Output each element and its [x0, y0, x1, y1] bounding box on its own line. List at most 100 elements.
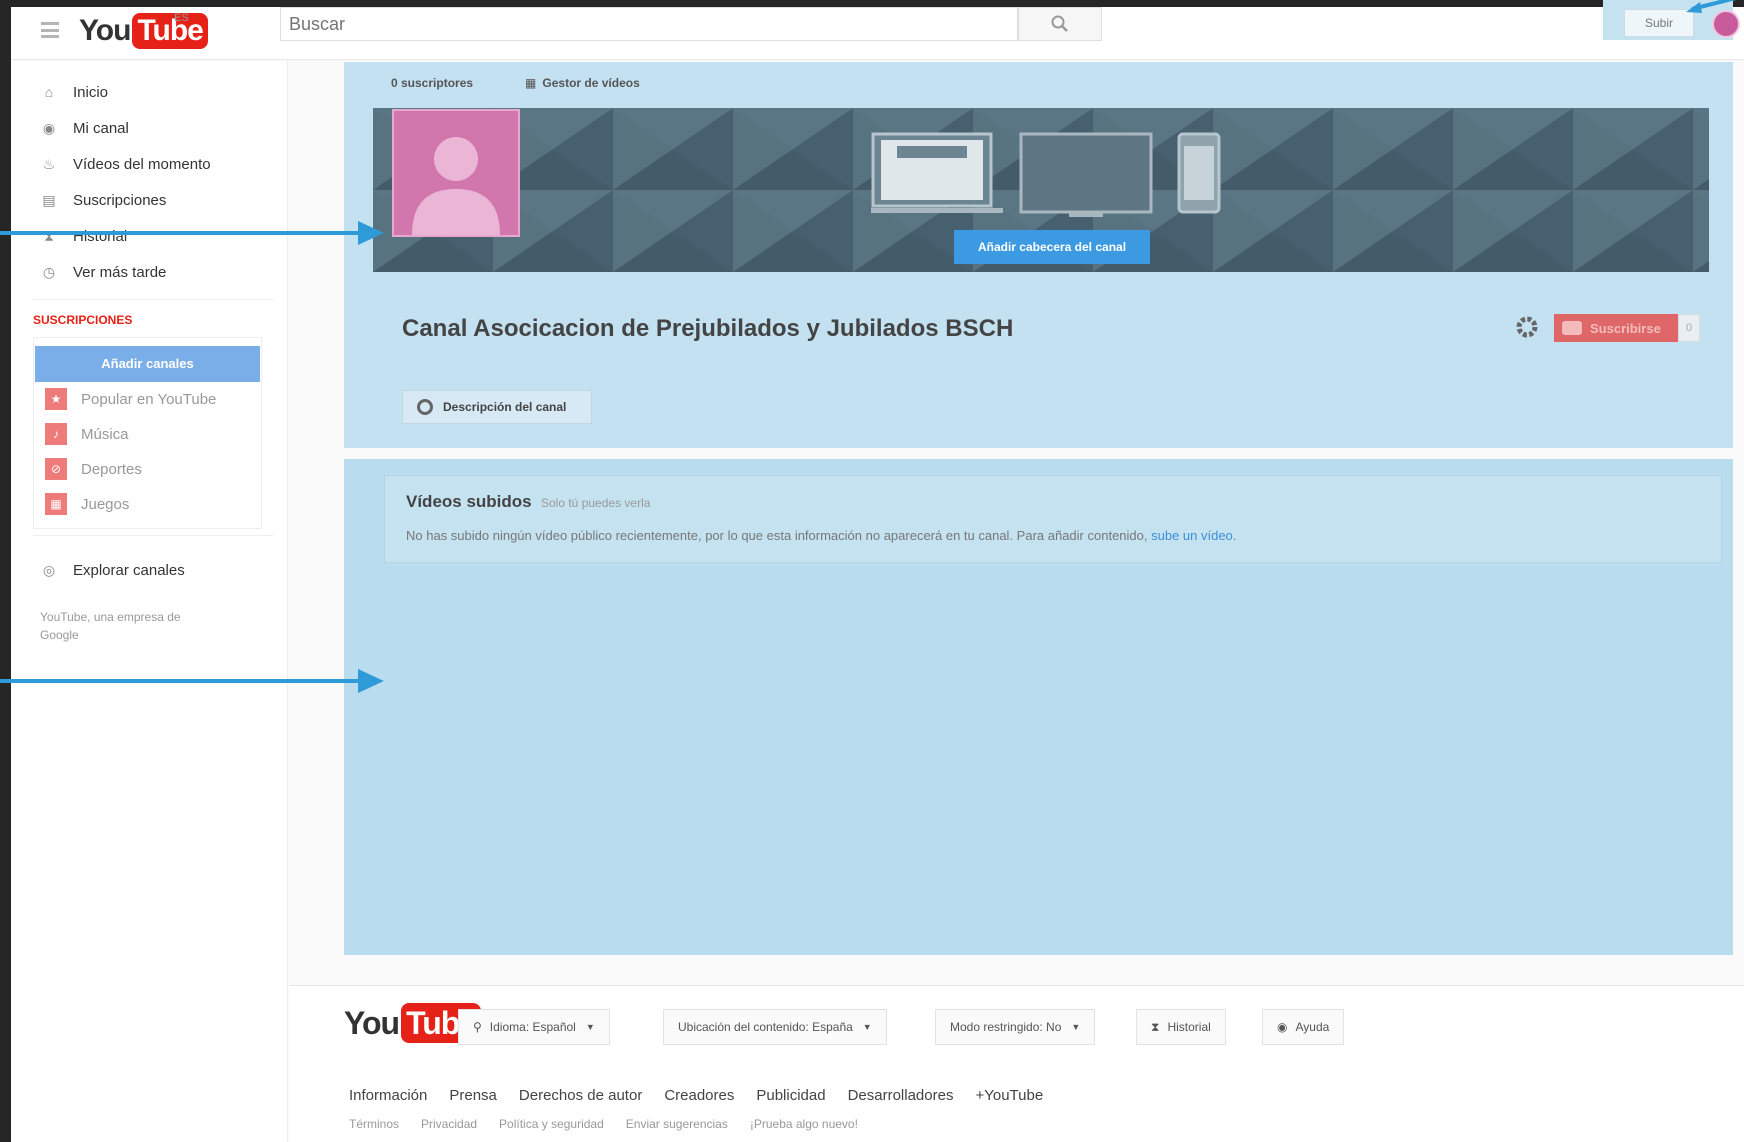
channel-settings-button[interactable]	[1513, 313, 1541, 341]
language-label: Idioma: Español	[489, 1020, 576, 1034]
footer-link[interactable]: Desarrolladores	[848, 1087, 954, 1104]
upload-video-link[interactable]: sube un vídeo	[1151, 528, 1233, 543]
subscriber-count-badge: 0	[1678, 314, 1700, 342]
sidebar-item-label: Música	[81, 425, 129, 443]
annotation-arrow-upload	[1686, 0, 1737, 13]
uploaded-videos-title: Vídeos subidos	[406, 492, 532, 511]
hourglass-icon: ⧗	[1151, 1019, 1160, 1034]
user-icon: ◉	[42, 119, 56, 136]
user-silhouette-icon	[412, 137, 500, 235]
search-input[interactable]	[280, 7, 1018, 41]
restricted-mode-selector[interactable]: Modo restringido: No ▼	[935, 1009, 1096, 1045]
gamepad-icon: ▦	[45, 493, 67, 515]
footer-link[interactable]: Información	[349, 1087, 427, 1104]
video-manager-label: Gestor de vídeos	[542, 76, 640, 90]
add-channels-button[interactable]: Añadir canales	[35, 346, 260, 382]
language-selector[interactable]: ⚲ Idioma: Español ▼	[458, 1009, 610, 1045]
flame-icon: ♨	[42, 155, 56, 172]
footer-sublinks: Términos Privacidad Política y seguridad…	[349, 1117, 858, 1131]
footer-sublink[interactable]: ¡Prueba algo nuevo!	[750, 1117, 858, 1131]
footer-sublink[interactable]: Enviar sugerencias	[626, 1117, 728, 1131]
subscriber-count-link[interactable]: 0 suscriptores	[391, 76, 473, 90]
subscribe-label: Suscribirse	[1590, 320, 1661, 336]
footer-links: Información Prensa Derechos de autor Cre…	[349, 1087, 1043, 1104]
chevron-down-icon: ▼	[1071, 1022, 1081, 1032]
circle-icon	[417, 399, 433, 415]
chevron-down-icon: ▼	[862, 1022, 872, 1032]
search-icon	[1051, 15, 1068, 32]
grid-icon: ▦	[525, 76, 537, 90]
help-icon: ◉	[1277, 1020, 1288, 1034]
upload-button[interactable]: Subir	[1624, 9, 1694, 37]
footer-help-button[interactable]: ◉ Ayuda	[1262, 1009, 1345, 1045]
star-icon: ★	[45, 388, 67, 410]
clock-icon: ◷	[42, 263, 56, 280]
footer-history-button[interactable]: ⧗ Historial	[1136, 1009, 1226, 1045]
locale-badge: ES	[174, 12, 189, 24]
sidebar-footer-text: YouTube, una empresa de Google	[40, 610, 181, 642]
channel-avatar[interactable]	[392, 109, 520, 237]
sidebar-item-label: Ver más tarde	[73, 263, 167, 281]
logo-you-text: You	[344, 1004, 400, 1041]
guide-menu-button[interactable]	[41, 22, 59, 38]
location-selector[interactable]: Ubicación del contenido: España ▼	[663, 1009, 887, 1045]
footer-link[interactable]: Prensa	[449, 1087, 497, 1104]
sidebar-item-inicio[interactable]: ⌂ Inicio	[39, 78, 108, 106]
sidebar-item-label: Vídeos del momento	[73, 155, 211, 173]
help-label: Ayuda	[1295, 1020, 1330, 1034]
uploaded-visibility-note: Solo tú puedes verla	[541, 496, 651, 510]
subscriptions-header: SUSCRIPCIONES	[33, 313, 133, 327]
sidebar-sub-deportes[interactable]: ⊘ Deportes	[45, 456, 142, 482]
annotation-arrow-banner	[0, 221, 384, 245]
video-manager-link[interactable]: ▦ Gestor de vídeos	[525, 76, 640, 90]
uploaded-videos-panel	[384, 475, 1722, 563]
sidebar-item-explorar-canales[interactable]: ◎ Explorar canales	[39, 556, 185, 584]
subscriptions-icon: ▤	[42, 191, 56, 208]
logo-tube-text: Tube	[132, 13, 208, 49]
sidebar-sub-popular[interactable]: ★ Popular en YouTube	[45, 386, 216, 412]
description-label: Descripción del canal	[443, 400, 567, 414]
sidebar-sub-musica[interactable]: ♪ Música	[45, 421, 129, 447]
restricted-label: Modo restringido: No	[950, 1020, 1062, 1034]
account-avatar[interactable]	[1712, 10, 1740, 38]
sidebar-item-videos-del-momento[interactable]: ♨ Vídeos del momento	[39, 150, 211, 178]
location-label: Ubicación del contenido: España	[678, 1020, 853, 1034]
footer-link[interactable]: Derechos de autor	[519, 1087, 642, 1104]
add-channel-art-button[interactable]: Añadir cabecera del canal	[954, 230, 1150, 264]
sidebar-item-label: Explorar canales	[73, 561, 185, 579]
gear-icon	[1516, 316, 1538, 338]
sidebar-item-suscripciones[interactable]: ▤ Suscripciones	[39, 186, 166, 214]
channel-description-button[interactable]: Descripción del canal	[402, 390, 592, 424]
footer-sublink[interactable]: Privacidad	[421, 1117, 477, 1131]
youtube-play-icon	[1562, 321, 1582, 335]
sports-icon: ⊘	[45, 458, 67, 480]
music-icon: ♪	[45, 423, 67, 445]
sidebar-item-label: Popular en YouTube	[81, 390, 217, 408]
sidebar-item-label: Mi canal	[73, 119, 129, 137]
footer-link[interactable]: Publicidad	[756, 1087, 825, 1104]
sidebar-item-label: Juegos	[81, 495, 130, 513]
history-label: Historial	[1167, 1020, 1211, 1034]
language-icon: ⚲	[473, 1020, 482, 1034]
explore-icon: ◎	[42, 561, 56, 578]
sidebar-item-label: Suscripciones	[73, 191, 167, 209]
channel-title: Canal Asocicacion de Prejubilados y Jubi…	[402, 315, 1014, 342]
footer-sublink[interactable]: Términos	[349, 1117, 399, 1131]
logo-you-text: You	[79, 14, 131, 47]
home-icon: ⌂	[44, 84, 54, 100]
footer-sublink[interactable]: Política y seguridad	[499, 1117, 604, 1131]
sidebar-item-mi-canal[interactable]: ◉ Mi canal	[39, 114, 129, 142]
channel-tabs: 0 suscriptores ▦ Gestor de vídeos	[391, 76, 640, 90]
sidebar-item-label: Deportes	[81, 460, 142, 478]
footer-link[interactable]: +YouTube	[975, 1087, 1043, 1104]
uploaded-videos-message: No has subido ningún vídeo público recie…	[406, 528, 1236, 543]
footer-link[interactable]: Creadores	[664, 1087, 734, 1104]
uploaded-message-end: .	[1232, 528, 1237, 543]
search-button[interactable]	[1018, 7, 1102, 41]
subscribe-button[interactable]: Suscribirse	[1554, 314, 1678, 342]
sidebar-sub-juegos[interactable]: ▦ Juegos	[45, 491, 129, 517]
chevron-down-icon: ▼	[585, 1022, 595, 1032]
sidebar-item-ver-mas-tarde[interactable]: ◷ Ver más tarde	[39, 258, 167, 286]
sidebar-item-label: Inicio	[73, 83, 109, 101]
sidebar-divider	[33, 299, 273, 300]
